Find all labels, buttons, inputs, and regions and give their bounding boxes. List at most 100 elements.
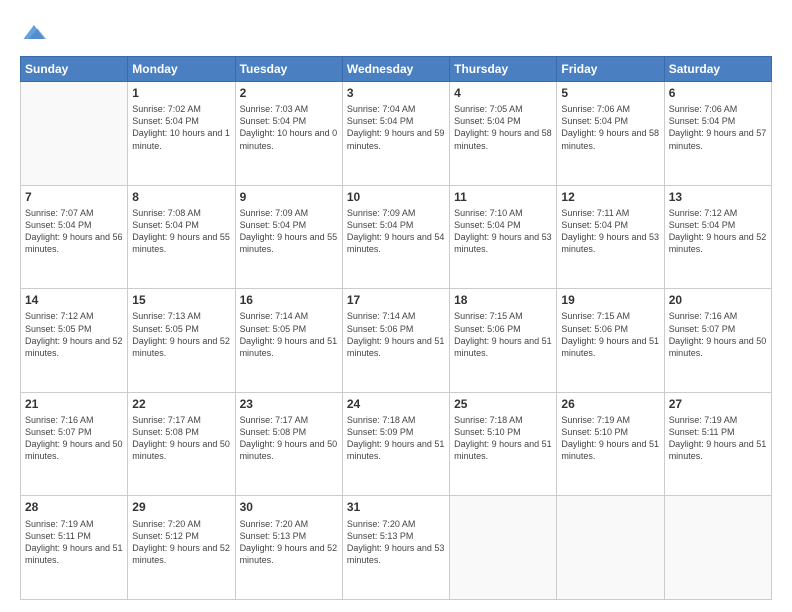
- day-info: Sunrise: 7:17 AMSunset: 5:08 PMDaylight:…: [240, 414, 338, 463]
- day-info: Sunrise: 7:19 AMSunset: 5:10 PMDaylight:…: [561, 414, 659, 463]
- calendar-day-cell: [557, 496, 664, 600]
- day-number: 16: [240, 292, 338, 308]
- header: [20, 18, 772, 46]
- day-number: 9: [240, 189, 338, 205]
- day-info: Sunrise: 7:19 AMSunset: 5:11 PMDaylight:…: [25, 518, 123, 567]
- day-number: 21: [25, 396, 123, 412]
- day-number: 6: [669, 85, 767, 101]
- day-info: Sunrise: 7:05 AMSunset: 5:04 PMDaylight:…: [454, 103, 552, 152]
- day-number: 11: [454, 189, 552, 205]
- day-info: Sunrise: 7:13 AMSunset: 5:05 PMDaylight:…: [132, 310, 230, 359]
- calendar-week-row: 7Sunrise: 7:07 AMSunset: 5:04 PMDaylight…: [21, 185, 772, 289]
- day-number: 28: [25, 499, 123, 515]
- day-number: 22: [132, 396, 230, 412]
- weekday-header: Friday: [557, 57, 664, 82]
- calendar-day-cell: 17 Sunrise: 7:14 AMSunset: 5:06 PMDayligh…: [342, 289, 449, 393]
- calendar-week-row: 14Sunrise: 7:12 AMSunset: 5:05 PMDayligh…: [21, 289, 772, 393]
- day-info: Sunrise: 7:20 AMSunset: 5:13 PMDaylight:…: [240, 518, 338, 567]
- calendar-day-cell: 16 Sunrise: 7:14 AMSunset: 5:05 PMDayligh…: [235, 289, 342, 393]
- day-info: Sunrise: 7:03 AMSunset: 5:04 PMDaylight:…: [240, 103, 338, 152]
- day-info: Sunrise: 7:14 AMSunset: 5:06 PMDaylight:…: [347, 310, 445, 359]
- day-info: Sunrise: 7:20 AMSunset: 5:13 PMDaylight:…: [347, 518, 445, 567]
- calendar-day-cell: 28 Sunrise: 7:19 AMSunset: 5:11 PMDayligh…: [21, 496, 128, 600]
- day-info: Sunrise: 7:12 AMSunset: 5:04 PMDaylight:…: [669, 207, 767, 256]
- day-number: 19: [561, 292, 659, 308]
- day-number: 1: [132, 85, 230, 101]
- day-number: 2: [240, 85, 338, 101]
- calendar-day-cell: 21 Sunrise: 7:16 AMSunset: 5:07 PMDayligh…: [21, 392, 128, 496]
- calendar-day-cell: 14Sunrise: 7:12 AMSunset: 5:05 PMDayligh…: [21, 289, 128, 393]
- calendar-day-cell: 31 Sunrise: 7:20 AMSunset: 5:13 PMDayligh…: [342, 496, 449, 600]
- calendar-day-cell: 6 Sunrise: 7:06 AMSunset: 5:04 PMDaylight…: [664, 82, 771, 186]
- weekday-header: Wednesday: [342, 57, 449, 82]
- calendar-day-cell: 10Sunrise: 7:09 AMSunset: 5:04 PMDayligh…: [342, 185, 449, 289]
- calendar-day-cell: [664, 496, 771, 600]
- calendar-day-cell: [21, 82, 128, 186]
- day-info: Sunrise: 7:04 AMSunset: 5:04 PMDaylight:…: [347, 103, 445, 152]
- day-number: 31: [347, 499, 445, 515]
- day-number: 5: [561, 85, 659, 101]
- calendar-day-cell: 25 Sunrise: 7:18 AMSunset: 5:10 PMDayligh…: [450, 392, 557, 496]
- day-info: Sunrise: 7:11 AMSunset: 5:04 PMDaylight:…: [561, 207, 659, 256]
- weekday-header: Monday: [128, 57, 235, 82]
- calendar-day-cell: 12 Sunrise: 7:11 AMSunset: 5:04 PMDayligh…: [557, 185, 664, 289]
- day-number: 17: [347, 292, 445, 308]
- day-info: Sunrise: 7:16 AMSunset: 5:07 PMDaylight:…: [25, 414, 123, 463]
- calendar-day-cell: 3Sunrise: 7:04 AMSunset: 5:04 PMDaylight…: [342, 82, 449, 186]
- weekday-header: Saturday: [664, 57, 771, 82]
- day-info: Sunrise: 7:06 AMSunset: 5:04 PMDaylight:…: [669, 103, 767, 152]
- calendar-day-cell: 29 Sunrise: 7:20 AMSunset: 5:12 PMDayligh…: [128, 496, 235, 600]
- day-number: 20: [669, 292, 767, 308]
- calendar-day-cell: 4Sunrise: 7:05 AMSunset: 5:04 PMDaylight…: [450, 82, 557, 186]
- calendar-week-row: 21 Sunrise: 7:16 AMSunset: 5:07 PMDayligh…: [21, 392, 772, 496]
- day-number: 18: [454, 292, 552, 308]
- day-number: 15: [132, 292, 230, 308]
- day-info: Sunrise: 7:17 AMSunset: 5:08 PMDaylight:…: [132, 414, 230, 463]
- logo-icon: [20, 18, 48, 46]
- day-info: Sunrise: 7:09 AMSunset: 5:04 PMDaylight:…: [240, 207, 338, 256]
- day-number: 29: [132, 499, 230, 515]
- day-info: Sunrise: 7:15 AMSunset: 5:06 PMDaylight:…: [561, 310, 659, 359]
- calendar-day-cell: 7Sunrise: 7:07 AMSunset: 5:04 PMDaylight…: [21, 185, 128, 289]
- day-info: Sunrise: 7:07 AMSunset: 5:04 PMDaylight:…: [25, 207, 123, 256]
- calendar-day-cell: 8 Sunrise: 7:08 AMSunset: 5:04 PMDaylight…: [128, 185, 235, 289]
- calendar-day-cell: 9 Sunrise: 7:09 AMSunset: 5:04 PMDaylight…: [235, 185, 342, 289]
- calendar-day-cell: [450, 496, 557, 600]
- day-info: Sunrise: 7:08 AMSunset: 5:04 PMDaylight:…: [132, 207, 230, 256]
- calendar-body: 1 Sunrise: 7:02 AMSunset: 5:04 PMDaylight…: [21, 82, 772, 600]
- logo: [20, 18, 52, 46]
- calendar-week-row: 28 Sunrise: 7:19 AMSunset: 5:11 PMDayligh…: [21, 496, 772, 600]
- day-number: 14: [25, 292, 123, 308]
- day-info: Sunrise: 7:02 AMSunset: 5:04 PMDaylight:…: [132, 103, 230, 152]
- day-info: Sunrise: 7:06 AMSunset: 5:04 PMDaylight:…: [561, 103, 659, 152]
- calendar-day-cell: 30 Sunrise: 7:20 AMSunset: 5:13 PMDayligh…: [235, 496, 342, 600]
- day-number: 26: [561, 396, 659, 412]
- calendar-header-row: SundayMondayTuesdayWednesdayThursdayFrid…: [21, 57, 772, 82]
- calendar-day-cell: 27Sunrise: 7:19 AMSunset: 5:11 PMDayligh…: [664, 392, 771, 496]
- day-info: Sunrise: 7:20 AMSunset: 5:12 PMDaylight:…: [132, 518, 230, 567]
- day-number: 12: [561, 189, 659, 205]
- day-number: 8: [132, 189, 230, 205]
- day-number: 10: [347, 189, 445, 205]
- calendar-day-cell: 20 Sunrise: 7:16 AMSunset: 5:07 PMDayligh…: [664, 289, 771, 393]
- calendar-day-cell: 23 Sunrise: 7:17 AMSunset: 5:08 PMDayligh…: [235, 392, 342, 496]
- calendar-day-cell: 5 Sunrise: 7:06 AMSunset: 5:04 PMDaylight…: [557, 82, 664, 186]
- calendar-day-cell: 24Sunrise: 7:18 AMSunset: 5:09 PMDayligh…: [342, 392, 449, 496]
- day-number: 25: [454, 396, 552, 412]
- day-info: Sunrise: 7:16 AMSunset: 5:07 PMDaylight:…: [669, 310, 767, 359]
- day-info: Sunrise: 7:14 AMSunset: 5:05 PMDaylight:…: [240, 310, 338, 359]
- day-info: Sunrise: 7:18 AMSunset: 5:09 PMDaylight:…: [347, 414, 445, 463]
- day-number: 30: [240, 499, 338, 515]
- day-info: Sunrise: 7:10 AMSunset: 5:04 PMDaylight:…: [454, 207, 552, 256]
- calendar-day-cell: 26 Sunrise: 7:19 AMSunset: 5:10 PMDayligh…: [557, 392, 664, 496]
- day-number: 23: [240, 396, 338, 412]
- calendar-day-cell: 2 Sunrise: 7:03 AMSunset: 5:04 PMDaylight…: [235, 82, 342, 186]
- weekday-header: Tuesday: [235, 57, 342, 82]
- page: SundayMondayTuesdayWednesdayThursdayFrid…: [0, 0, 792, 612]
- calendar-day-cell: 13 Sunrise: 7:12 AMSunset: 5:04 PMDayligh…: [664, 185, 771, 289]
- day-info: Sunrise: 7:18 AMSunset: 5:10 PMDaylight:…: [454, 414, 552, 463]
- calendar-day-cell: 22 Sunrise: 7:17 AMSunset: 5:08 PMDayligh…: [128, 392, 235, 496]
- day-number: 13: [669, 189, 767, 205]
- weekday-header: Sunday: [21, 57, 128, 82]
- calendar-week-row: 1 Sunrise: 7:02 AMSunset: 5:04 PMDaylight…: [21, 82, 772, 186]
